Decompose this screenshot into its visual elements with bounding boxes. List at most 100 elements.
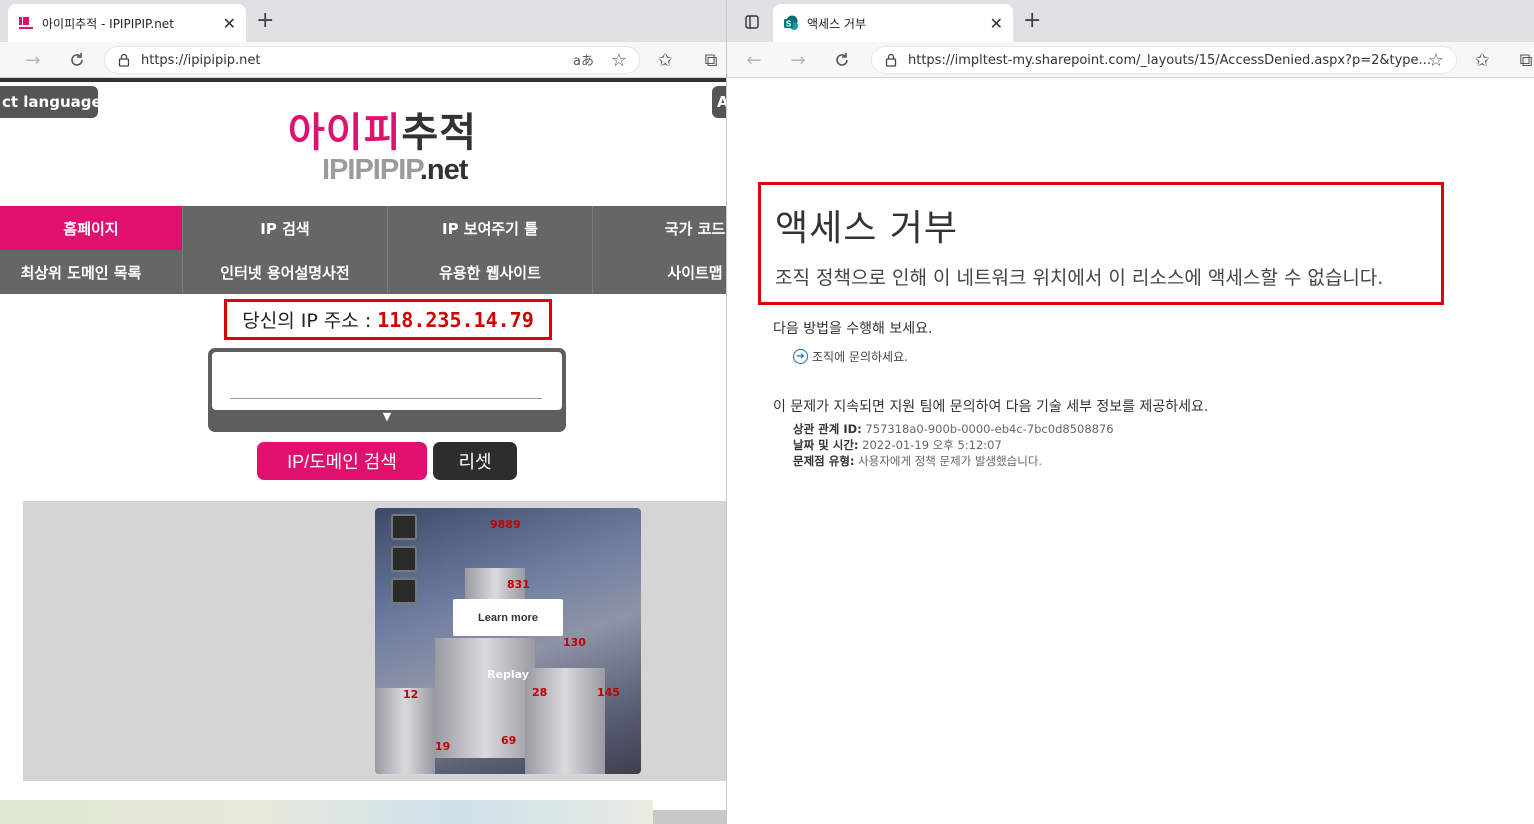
ip-domain-search-button[interactable]: IP/도메인 검색 (257, 442, 427, 480)
close-tab-icon[interactable]: ✕ (223, 14, 236, 33)
input-underline (230, 398, 542, 399)
dropdown-arrow-icon[interactable]: ▼ (208, 410, 566, 423)
logo-dark-text: 추적 (401, 110, 478, 156)
map-scrollbar[interactable] (653, 810, 726, 824)
back-icon[interactable]: ← (741, 47, 767, 73)
nav-sitemap[interactable]: 사이트맵 (593, 250, 726, 294)
detail-row: 상관 관계 ID: 757318a0-900b-0000-eb4c-7bc0d8… (793, 421, 1114, 437)
address-bar[interactable]: https://ipipipip.net (104, 46, 640, 74)
tab-title: 액세스 거부 (807, 16, 867, 31)
detail-label: 문제점 유형: (793, 454, 855, 468)
url-text: https://impltest-my.sharepoint.com/_layo… (908, 52, 1431, 68)
error-message: 조직 정책으로 인해 이 네트워크 위치에서 이 리소스에 액세스할 수 없습니… (775, 267, 1384, 289)
ad-replay-button[interactable]: Replay (375, 668, 641, 681)
ip-domain-input[interactable] (212, 352, 562, 410)
nav-tld-list[interactable]: 최상위 도메인 목록 (0, 250, 183, 294)
forward-icon[interactable]: → (20, 47, 46, 73)
nav-row-1: 홈페이지 IP 검색 IP 보여주기 툴 국가 코드 (0, 206, 726, 250)
favorites-icon[interactable]: ✩ (652, 47, 678, 73)
search-box: ▼ (208, 348, 566, 432)
technical-details: 상관 관계 ID: 757318a0-900b-0000-eb4c-7bc0d8… (793, 421, 1114, 469)
lock-icon (118, 53, 130, 67)
nav-useful-sites[interactable]: 유용한 웹사이트 (388, 250, 593, 294)
page-title: 액세스 거부 (775, 208, 959, 249)
tab-actions-icon[interactable] (739, 9, 765, 35)
ad-number: 9889 (490, 518, 521, 531)
ad-number: 130 (563, 636, 586, 649)
ad-avatar (391, 514, 417, 540)
detail-row: 날짜 및 시간: 2022-01-19 오후 5:12:07 (793, 437, 1114, 453)
new-tab-button[interactable]: + (256, 8, 274, 34)
ad-number: 28 (532, 686, 548, 699)
detail-label: 날짜 및 시간: (793, 438, 859, 452)
left-browser-window: 아이피추적 - IPIPIPIP.net ✕ + → https://ipipi… (0, 0, 726, 824)
forward-icon[interactable]: → (785, 47, 811, 73)
ad-number: 831 (507, 578, 530, 591)
detail-value: 2022-01-19 오후 5:12:07 (862, 438, 1002, 452)
tab-strip: S 액세스 거부 ✕ + (727, 0, 1534, 42)
select-language-button[interactable]: ct language (0, 86, 98, 118)
read-aloud-icon[interactable]: aあ (573, 50, 594, 69)
nav-country-code[interactable]: 국가 코드 (593, 206, 726, 250)
detail-value: 사용자에게 정책 문제가 발생했습니다. (858, 454, 1043, 468)
nav-home[interactable]: 홈페이지 (0, 206, 183, 250)
try-text: 다음 방법을 수행해 보세요. (773, 321, 933, 337)
map-preview[interactable] (0, 800, 653, 824)
ipipipip-favicon (19, 17, 33, 29)
ad-learn-more-button[interactable]: Learn more (453, 599, 563, 636)
add-favorite-icon[interactable]: ☆ (1423, 47, 1449, 73)
svg-text:S: S (786, 20, 792, 29)
lock-icon (885, 53, 897, 67)
right-edge-button[interactable]: A (712, 86, 726, 118)
tab-access-denied[interactable]: S 액세스 거부 ✕ (773, 4, 1013, 42)
url-text: https://ipipipip.net (141, 52, 261, 68)
detail-row: 문제점 유형: 사용자에게 정책 문제가 발생했습니다. (793, 453, 1114, 469)
top-bar (0, 78, 726, 82)
access-denied-page: 액세스 거부 조직 정책으로 인해 이 네트워크 위치에서 이 리소스에 액세스… (727, 78, 1534, 824)
nav-ip-search[interactable]: IP 검색 (183, 206, 388, 250)
favorites-icon[interactable]: ✩ (1469, 47, 1495, 73)
reset-button[interactable]: 리셋 (433, 442, 517, 480)
ad-number: 19 (435, 740, 451, 753)
logo-pink-text: 아이피 (288, 110, 402, 156)
detail-value: 757318a0-900b-0000-eb4c-7bc0d8508876 (865, 422, 1114, 436)
ad-avatar (391, 578, 417, 604)
browser-toolbar: → https://ipipipip.net aあ ☆ ✩ ⧉ (0, 42, 726, 78)
ip-label: 당신의 IP 주소 : (242, 310, 372, 332)
close-tab-icon[interactable]: ✕ (990, 14, 1003, 33)
add-favorite-icon[interactable]: ☆ (606, 47, 632, 73)
contact-org-item[interactable]: ➔ 조직에 문의하세요. (793, 348, 908, 365)
arrow-circle-icon: ➔ (793, 349, 808, 364)
detail-label: 상관 관계 ID: (793, 422, 862, 436)
browser-toolbar: ← → https://impltest-my.sharepoint.com/_… (727, 42, 1534, 78)
refresh-icon[interactable] (829, 47, 855, 73)
ipipipip-page: ct language A 아이피추적 IPIPIPIP.net 홈페이지 IP… (0, 78, 726, 824)
nav-ip-tool[interactable]: IP 보여주기 툴 (388, 206, 593, 250)
refresh-icon[interactable] (64, 47, 90, 73)
tab-ipipipip[interactable]: 아이피추적 - IPIPIPIP.net ✕ (8, 4, 246, 42)
ad-number: 12 (403, 688, 419, 701)
collections-icon[interactable]: ⧉ (698, 47, 724, 73)
logo-en-gray: IPIPIPIP (322, 154, 421, 186)
nav-row-2: 최상위 도메인 목록 인터넷 용어설명사전 유용한 웹사이트 사이트맵 (0, 250, 726, 294)
persist-text: 이 문제가 지속되면 지원 팀에 문의하여 다음 기술 세부 정보를 제공하세요… (773, 399, 1209, 415)
site-logo[interactable]: 아이피추적 (288, 100, 477, 158)
contact-text: 조직에 문의하세요. (812, 350, 908, 364)
ad-number: 69 (501, 734, 517, 747)
error-highlight-box: 액세스 거부 조직 정책으로 인해 이 네트워크 위치에서 이 리소스에 액세스… (758, 182, 1444, 305)
logo-en-dark: .net (419, 154, 469, 186)
right-browser-window: S 액세스 거부 ✕ + ← → https://impltest-my.sha… (726, 0, 1534, 824)
tab-title: 아이피추적 - IPIPIPIP.net (42, 16, 174, 31)
ad-number: 145 (597, 686, 620, 699)
site-logo-english[interactable]: IPIPIPIP.net (322, 154, 469, 187)
address-bar[interactable]: https://impltest-my.sharepoint.com/_layo… (871, 46, 1457, 74)
collections-icon[interactable]: ⧉ (1513, 47, 1534, 73)
sharepoint-favicon: S (784, 15, 798, 30)
tab-strip: 아이피추적 - IPIPIPIP.net ✕ + (0, 0, 726, 42)
ip-address-display: 당신의 IP 주소 : 118.235.14.79 (224, 299, 552, 340)
ad-creative[interactable]: 9889 831 130 12 28 145 19 69 Learn more … (375, 508, 641, 774)
ip-value: 118.235.14.79 (377, 307, 534, 332)
new-tab-button[interactable]: + (1023, 8, 1041, 34)
nav-glossary[interactable]: 인터넷 용어설명사전 (183, 250, 388, 294)
ad-pillar (525, 668, 605, 774)
